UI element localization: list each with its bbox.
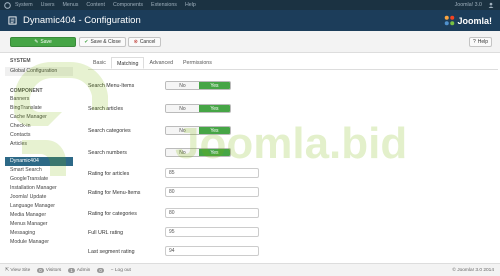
view-site-icon: ⇱ <box>5 267 10 273</box>
admin-label: Admin <box>76 267 91 273</box>
view-site-link[interactable]: ⇱ View Site <box>5 268 30 273</box>
sidebar-item-contacts[interactable]: Contacts <box>5 131 73 140</box>
help-button[interactable]: ? Help <box>469 37 492 47</box>
yes-option[interactable]: Yes <box>198 105 230 112</box>
last-segment-rating-input[interactable]: 94 <box>165 246 259 256</box>
no-option[interactable]: No <box>166 127 199 134</box>
sidebar-item-articles[interactable]: Articles <box>5 140 73 149</box>
toolbar: ✎ Save ✔ Save & Close ⊗ Cancel ? Help <box>0 31 500 53</box>
joomla-logo-icon[interactable] <box>4 1 11 9</box>
sidebar-item-menus-manager[interactable]: Menus Manager <box>5 220 73 229</box>
sidebar-item-media-manager[interactable]: Media Manager <box>5 211 73 220</box>
menu-users[interactable]: Users <box>41 2 55 8</box>
tab-matching[interactable]: Matching <box>110 57 145 69</box>
tab-basic[interactable]: Basic <box>88 57 111 69</box>
search-menu-items-label: Search Menu-Items <box>88 83 135 89</box>
cancel-icon: ⊗ <box>133 39 138 45</box>
top-menu-bar: System Users Menus Content Components Ex… <box>0 0 500 10</box>
sidebar-item-smart-search[interactable]: Smart Search <box>5 166 73 175</box>
page-header: Dynamic404 - Configuration Joomla! <box>0 10 500 31</box>
last-segment-rating-label: Last segment rating <box>88 249 135 255</box>
brand-text: Joomla! <box>457 15 492 26</box>
sidebar-item-dynamic404[interactable]: Dynamic404 <box>5 157 73 166</box>
visitors-indicator: 0 Visitors <box>35 267 62 273</box>
tab-advanced[interactable]: Advanced <box>144 57 178 69</box>
sidebar: SYSTEM Global Configuration COMPONENT Ba… <box>0 53 80 263</box>
rating-articles-label: Rating for articles <box>88 171 130 177</box>
no-option[interactable]: No <box>166 82 199 89</box>
view-site-label: View Site <box>10 267 31 273</box>
logout-label: Log out <box>114 267 131 273</box>
menu-components[interactable]: Components <box>113 2 143 8</box>
joomla-brand-icon <box>445 15 455 26</box>
site-link[interactable]: Joomla! 3.0 <box>455 2 482 8</box>
yes-option[interactable]: Yes <box>198 149 230 156</box>
logout-link[interactable]: − Log out <box>111 268 131 273</box>
status-footer: ⇱ View Site 0 Visitors 1 Admin 0 − Log out… <box>0 263 500 276</box>
search-numbers-label: Search numbers <box>88 150 127 156</box>
search-categories-toggle[interactable]: No Yes <box>165 126 231 135</box>
save-close-label: Save & Close <box>90 39 121 45</box>
sidebar-item-module-manager[interactable]: Module Manager <box>5 238 73 247</box>
user-icon[interactable] <box>488 2 494 8</box>
sidebar-item-installation-manager[interactable]: Installation Manager <box>5 184 73 193</box>
tab-bar: Basic Matching Advanced Permissions <box>88 57 217 69</box>
cancel-button[interactable]: ⊗ Cancel <box>128 37 161 47</box>
no-option[interactable]: No <box>166 149 199 156</box>
yes-option[interactable]: Yes <box>198 127 230 134</box>
yes-option[interactable]: Yes <box>198 82 230 89</box>
logout-icon: − <box>110 267 114 273</box>
menu-content[interactable]: Content <box>86 2 105 8</box>
rating-categories-input[interactable]: 80 <box>165 208 259 218</box>
component-heading: COMPONENT <box>10 88 43 94</box>
top-right-area: Joomla! 3.0 <box>455 2 494 8</box>
joomla-brand: Joomla! <box>444 15 492 26</box>
sidebar-item-messaging[interactable]: Messaging <box>5 229 73 238</box>
rating-categories-label: Rating for categories <box>88 211 137 217</box>
sidebar-item-cache-manager[interactable]: Cache Manager <box>5 113 73 122</box>
search-numbers-toggle[interactable]: No Yes <box>165 148 231 157</box>
rating-menu-items-input[interactable]: 80 <box>165 187 259 197</box>
sidebar-item-global-configuration[interactable]: Global Configuration <box>5 67 73 76</box>
sidebar-item-check-in[interactable]: Check-in <box>5 122 73 131</box>
sidebar-item-joomla-update[interactable]: Joomla! Update <box>5 193 73 202</box>
check-icon: ✔ <box>84 39 89 45</box>
messages-indicator: 0 <box>95 267 105 273</box>
visitors-label: Visitors <box>45 267 62 273</box>
sidebar-item-bingtranslate[interactable]: BingTranslate <box>5 104 73 113</box>
cancel-label: Cancel <box>139 39 156 45</box>
full-url-rating-label: Full URL rating <box>88 230 124 236</box>
sidebar-item-banners[interactable]: Banners <box>5 95 73 104</box>
copyright-text: © Joomla! 3.0 2014 <box>452 268 494 273</box>
search-menu-items-toggle[interactable]: No Yes <box>165 81 231 90</box>
search-categories-label: Search categories <box>88 128 131 134</box>
question-icon: ? <box>472 39 476 45</box>
save-button[interactable]: ✎ Save <box>10 37 76 47</box>
full-url-rating-input[interactable]: 95 <box>165 227 259 237</box>
visitors-count: 0 <box>37 267 44 273</box>
search-articles-toggle[interactable]: No Yes <box>165 104 231 113</box>
config-icon <box>8 16 17 25</box>
menu-menus[interactable]: Menus <box>63 2 79 8</box>
sidebar-item-language-manager[interactable]: Language Manager <box>5 202 73 211</box>
messages-count: 0 <box>97 267 104 273</box>
menu-help[interactable]: Help <box>185 2 196 8</box>
rating-articles-input[interactable]: 85 <box>165 168 259 178</box>
save-label: Save <box>40 39 52 45</box>
tab-permissions[interactable]: Permissions <box>178 57 217 69</box>
tab-divider <box>88 69 498 70</box>
rating-menu-items-label: Rating for Menu-Items <box>88 190 141 196</box>
save-icon: ✎ <box>34 39 39 45</box>
search-articles-label: Search articles <box>88 106 124 112</box>
no-option[interactable]: No <box>166 105 199 112</box>
page-title: Dynamic404 - Configuration <box>23 15 141 26</box>
help-label: Help <box>477 39 489 45</box>
menu-extensions[interactable]: Extensions <box>151 2 177 8</box>
admin-indicator: 1 Admin <box>66 267 91 273</box>
sidebar-item-googletranslate[interactable]: GoogleTranslate <box>5 175 73 184</box>
save-close-button[interactable]: ✔ Save & Close <box>79 37 126 47</box>
admin-count: 1 <box>68 267 75 273</box>
menu-system[interactable]: System <box>15 2 33 8</box>
system-heading: SYSTEM <box>10 58 31 64</box>
